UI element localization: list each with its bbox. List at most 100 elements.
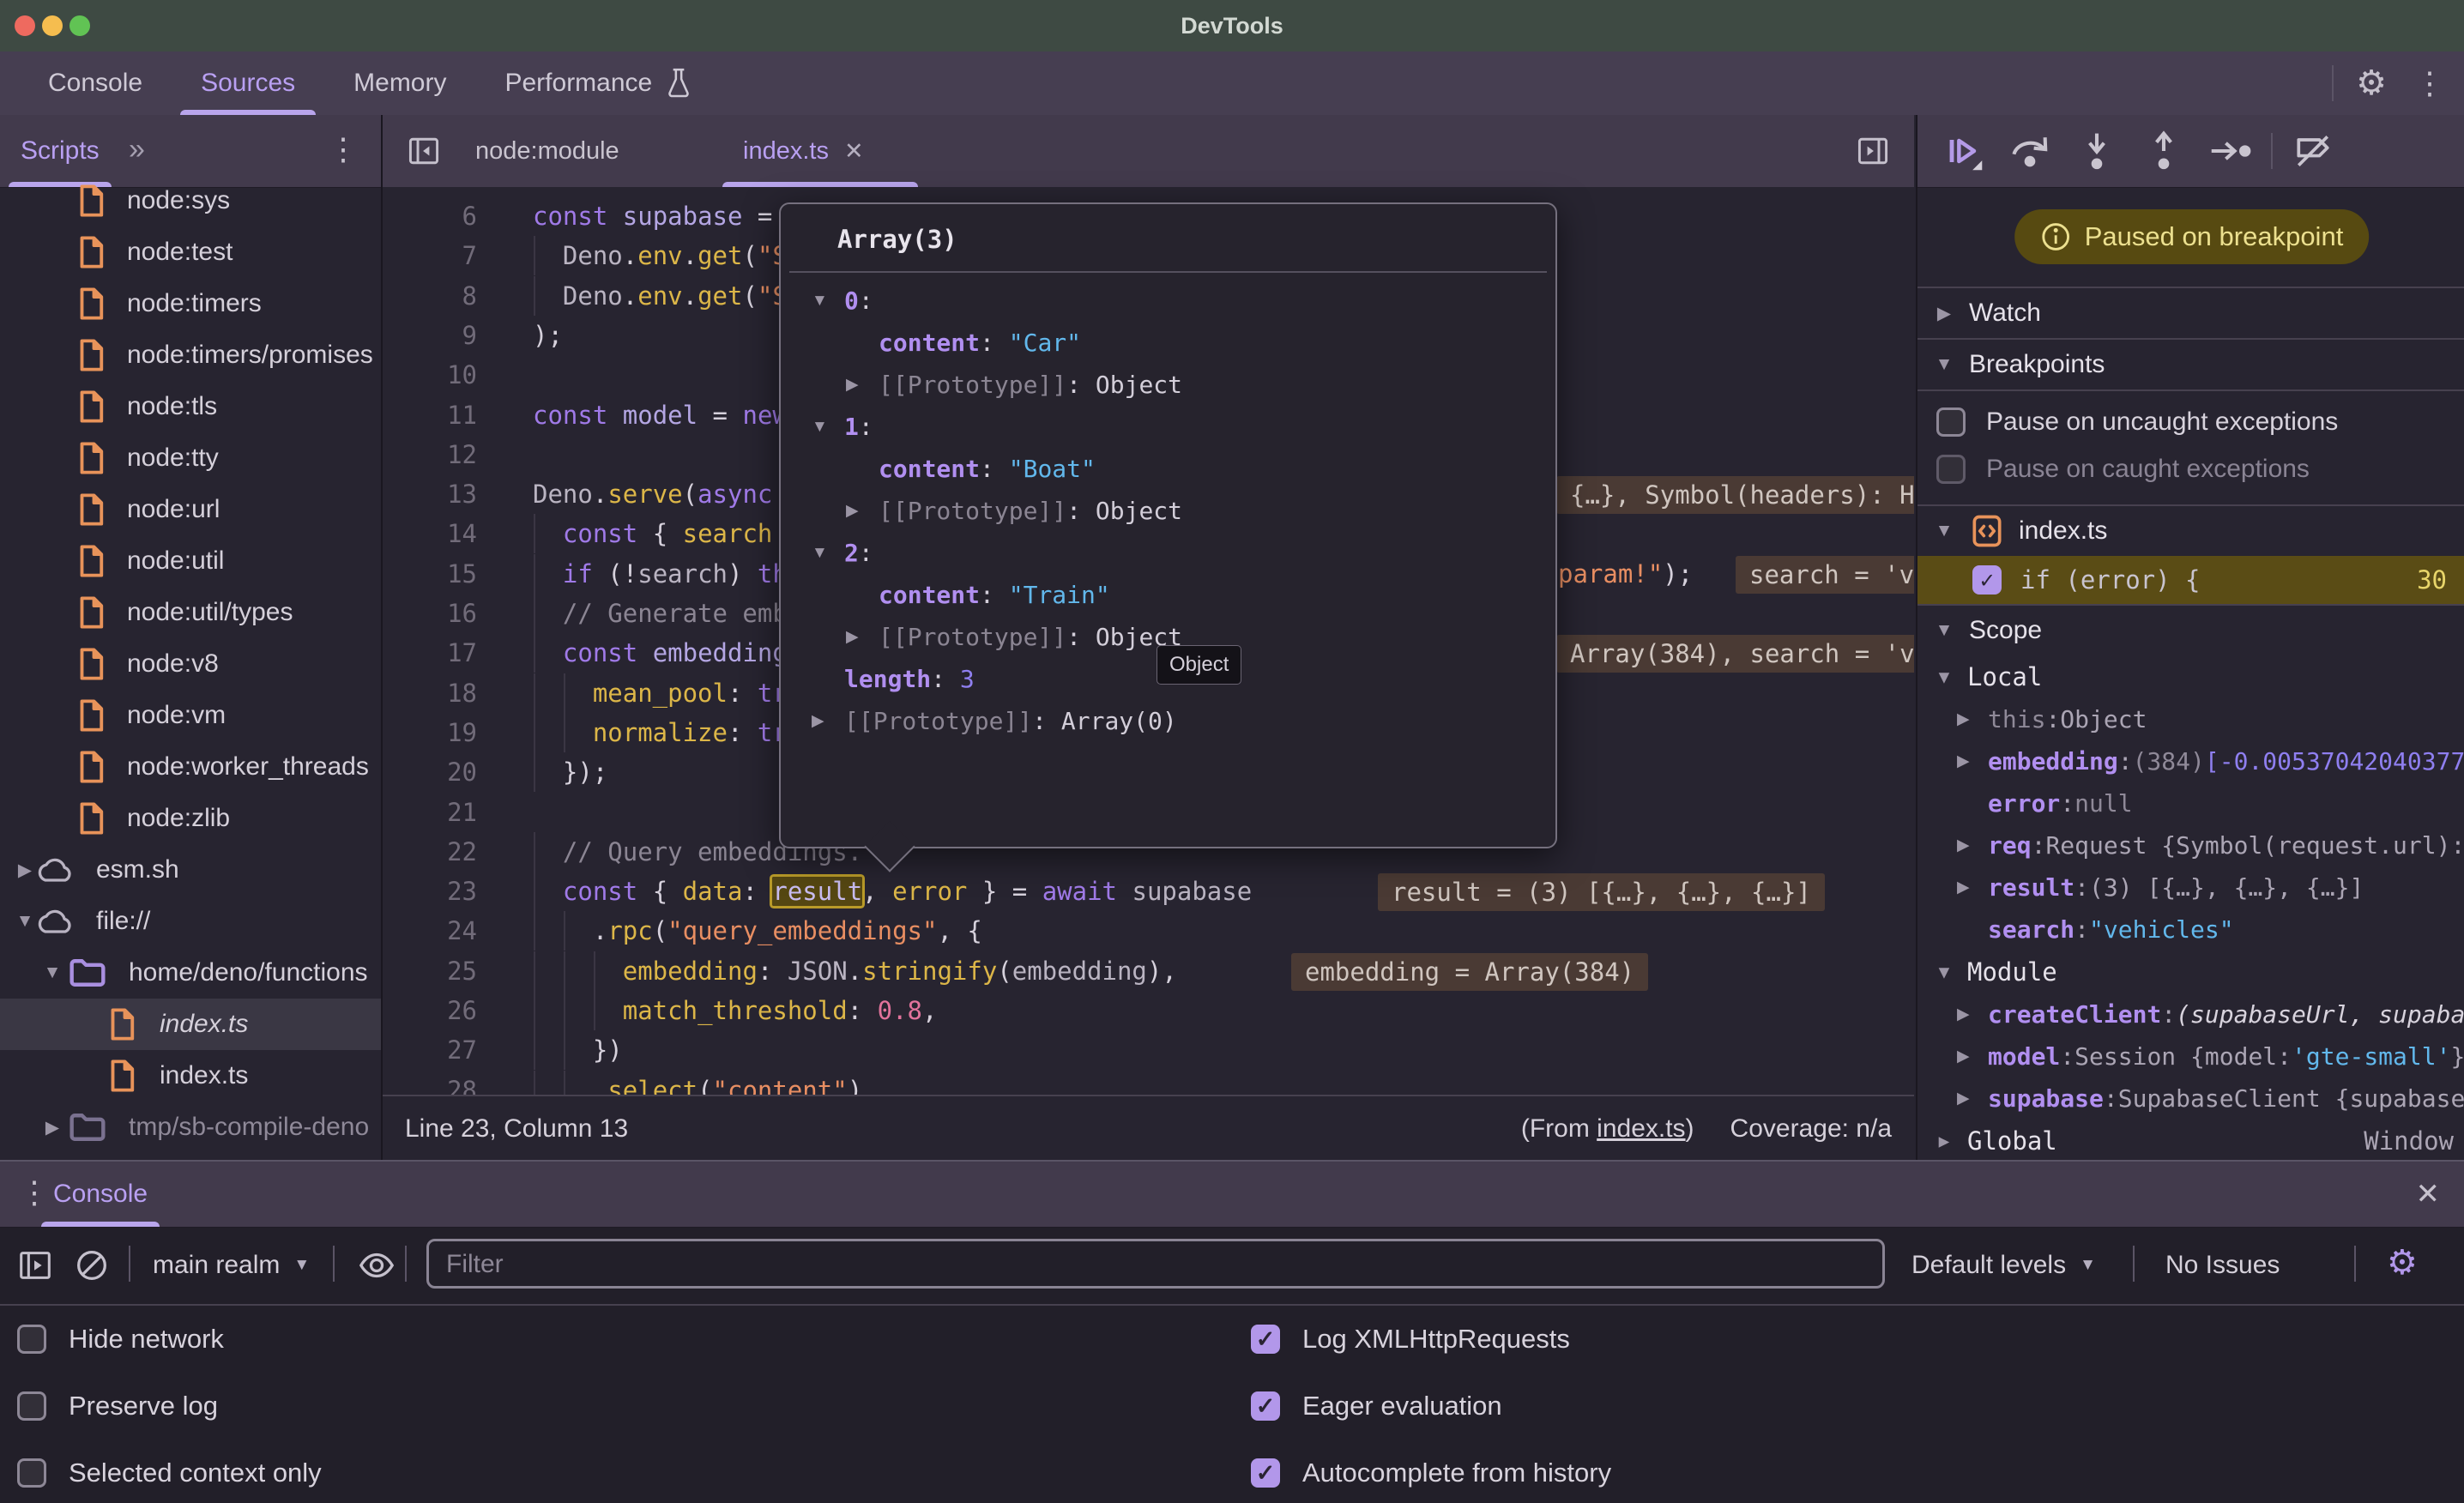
tab-console[interactable]: Console [19,51,172,115]
tree-item-node-zlib[interactable]: node:zlib [0,793,381,844]
line-number[interactable]: 24 [383,911,477,951]
checkbox-box[interactable]: ✓ [1251,1391,1280,1421]
close-traffic-light-icon[interactable] [15,15,35,36]
editor-tab-node-module[interactable]: node:module [475,115,619,187]
tree-item-node-url[interactable]: node:url [0,484,381,535]
tab-sources[interactable]: Sources [172,51,324,115]
checkbox-box[interactable] [1936,407,1966,437]
checkbox-pause-on-uncaught-exceptions[interactable]: Pause on uncaught exceptions [1917,398,2464,445]
collapse-icon[interactable]: ▼ [39,963,65,983]
tree-item-node-timers[interactable]: node:timers [0,278,381,329]
console-setting-selected-context-only[interactable]: Selected context only [17,1440,322,1503]
hovered-variable-highlight[interactable]: result [772,877,862,906]
line-number[interactable]: 9 [383,316,477,355]
expand-icon[interactable]: ▶ [1933,1131,1955,1151]
deactivate-breakpoints-button[interactable] [2280,115,2346,187]
line-number[interactable]: 18 [383,673,477,713]
drawer-close-icon[interactable]: ✕ [2416,1162,2441,1227]
scope-var-result[interactable]: ▶result: (3) [{…}, {…}, {…}] [1917,866,2464,908]
line-number[interactable]: 17 [383,633,477,673]
collapse-icon[interactable]: ▼ [1933,962,1955,982]
popup-row[interactable]: ▼2: [781,532,1555,574]
tree-item-node-tty[interactable]: node:tty [0,432,381,484]
console-settings-gear-icon[interactable]: ⚙ [2387,1246,2418,1280]
close-tab-icon[interactable]: ✕ [829,138,864,164]
line-number[interactable]: 26 [383,991,477,1030]
scope-var-this[interactable]: ▶this: Object [1917,698,2464,740]
tree-item-node-worker-threads[interactable]: node:worker_threads [0,741,381,793]
tree-item-index.ts[interactable]: index.ts [0,1050,381,1102]
expand-icon[interactable]: ▶ [1957,1047,1988,1066]
resume-script-button[interactable] [1930,115,1996,187]
tab-performance[interactable]: Performance [475,51,722,115]
step-into-button[interactable] [2063,115,2130,187]
source-origin-link[interactable]: index.ts [1597,1114,1685,1143]
scope-var-embedding[interactable]: ▶embedding: (384) [-0.005370420403778553… [1917,740,2464,782]
popup-row[interactable]: content: "Car" [781,322,1555,364]
expand-icon[interactable]: ▶ [39,1117,65,1138]
line-number[interactable]: 22 [383,832,477,872]
toggle-debugger-panel-icon[interactable] [1854,132,1892,170]
line-number[interactable]: 12 [383,435,477,474]
popup-row[interactable]: content: "Boat" [781,448,1555,490]
expand-icon[interactable]: ▶ [1957,752,1988,771]
breakpoint-entry[interactable]: ✓if (error) {30 [1917,556,2464,604]
popup-row[interactable]: ▶[[Prototype]]: Object [781,490,1555,532]
toggle-sidebar-icon[interactable] [405,132,443,170]
console-setting-preserve-log[interactable]: Preserve log [17,1373,218,1440]
expand-icon[interactable]: ▶ [1957,1005,1988,1024]
line-number[interactable]: 10 [383,355,477,395]
line-number[interactable]: 15 [383,554,477,594]
tree-item-index.ts[interactable]: index.ts [0,999,381,1050]
scope-var-model[interactable]: ▶model: Session {model: 'gte-small'} [1917,1035,2464,1077]
line-number[interactable]: 27 [383,1030,477,1070]
scope-var-createClient[interactable]: ▶createClient: (supabaseUrl, supabaseKey… [1917,993,2464,1035]
log-levels-dropdown[interactable]: Default levels▼ [1911,1227,2096,1304]
live-expression-eye-icon[interactable] [357,1246,396,1285]
context-selector[interactable]: main realm▼ [153,1227,310,1304]
maximize-traffic-light-icon[interactable] [69,15,90,36]
checkbox-box[interactable] [17,1325,46,1354]
tree-item-esm.sh[interactable]: ▶esm.sh [0,844,381,896]
line-number[interactable]: 6 [383,196,477,236]
filter-input[interactable]: Filter [426,1239,1885,1289]
collapse-icon[interactable]: ▼ [1933,620,1955,641]
line-number[interactable]: 11 [383,395,477,435]
section-scope[interactable]: ▼Scope [1917,606,2464,655]
tree-item-node-v8[interactable]: node:v8 [0,638,381,690]
popup-row[interactable]: ▼1: [781,406,1555,448]
console-sidebar-toggle-icon[interactable] [15,1246,55,1285]
settings-gear-icon[interactable]: ⚙ [2356,66,2387,100]
section-watch[interactable]: ▶Watch [1917,288,2464,338]
expand-icon[interactable]: ▶ [1957,1089,1988,1108]
scope-var-error[interactable]: error: null [1917,782,2464,824]
line-number[interactable]: 13 [383,474,477,514]
collapse-icon[interactable]: ▼ [1933,667,1955,687]
issues-counter[interactable]: No Issues [2165,1227,2280,1304]
expand-icon[interactable]: ▶ [846,501,879,521]
sidebar-kebab-icon[interactable]: ⋮ [323,134,364,165]
collapse-icon[interactable]: ▼ [1933,354,1955,375]
expand-icon[interactable]: ▶ [812,711,844,731]
tree-item-node-vm[interactable]: node:vm [0,690,381,741]
breakpoint-checkbox[interactable]: ✓ [1972,565,2002,595]
collapse-icon[interactable]: ▼ [812,292,844,311]
line-number[interactable]: 8 [383,276,477,316]
tree-item-node-test[interactable]: node:test [0,226,381,278]
checkbox-box[interactable] [17,1458,46,1488]
drawer-kebab-icon[interactable]: ⋮ [14,1177,55,1208]
step-out-button[interactable] [2130,115,2197,187]
scope-var-supabase[interactable]: ▶supabase: SupabaseClient {supabaseUrl… [1917,1077,2464,1120]
expand-icon[interactable]: ▶ [846,375,879,395]
minimize-traffic-light-icon[interactable] [42,15,63,36]
step-button[interactable] [2197,115,2264,187]
breakpoint-file-group[interactable]: ▼index.ts [1917,506,2464,556]
tree-item-tmp-sb-compile-deno[interactable]: ▶tmp/sb-compile-deno [0,1102,381,1153]
line-number[interactable]: 28 [383,1071,477,1095]
collapse-icon[interactable]: ▼ [1933,521,1955,541]
expand-icon[interactable]: ▶ [846,627,879,647]
scope-var-search[interactable]: search: "vehicles" [1917,908,2464,951]
step-over-button[interactable] [1996,115,2063,187]
checkbox-box[interactable] [17,1391,46,1421]
checkbox-box[interactable] [1936,455,1966,484]
